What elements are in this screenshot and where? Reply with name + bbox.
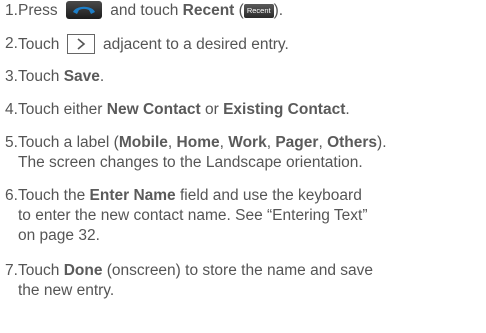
step-number: 7. [5, 262, 18, 279]
step-number: 5. [5, 134, 18, 151]
chevron-right-icon [66, 34, 95, 54]
step-number: 1. [5, 2, 18, 19]
step-number: 3. [5, 68, 18, 85]
step-number: 2. [5, 35, 18, 52]
recent-tab-icon: Recent [243, 4, 274, 18]
step-number: 6. [5, 187, 18, 204]
phone-handset-icon [65, 1, 102, 19]
step-number: 4. [5, 101, 18, 118]
instruction-page: 1. Press and touch Recent (Recent). 2. T… [5, 1, 387, 299]
